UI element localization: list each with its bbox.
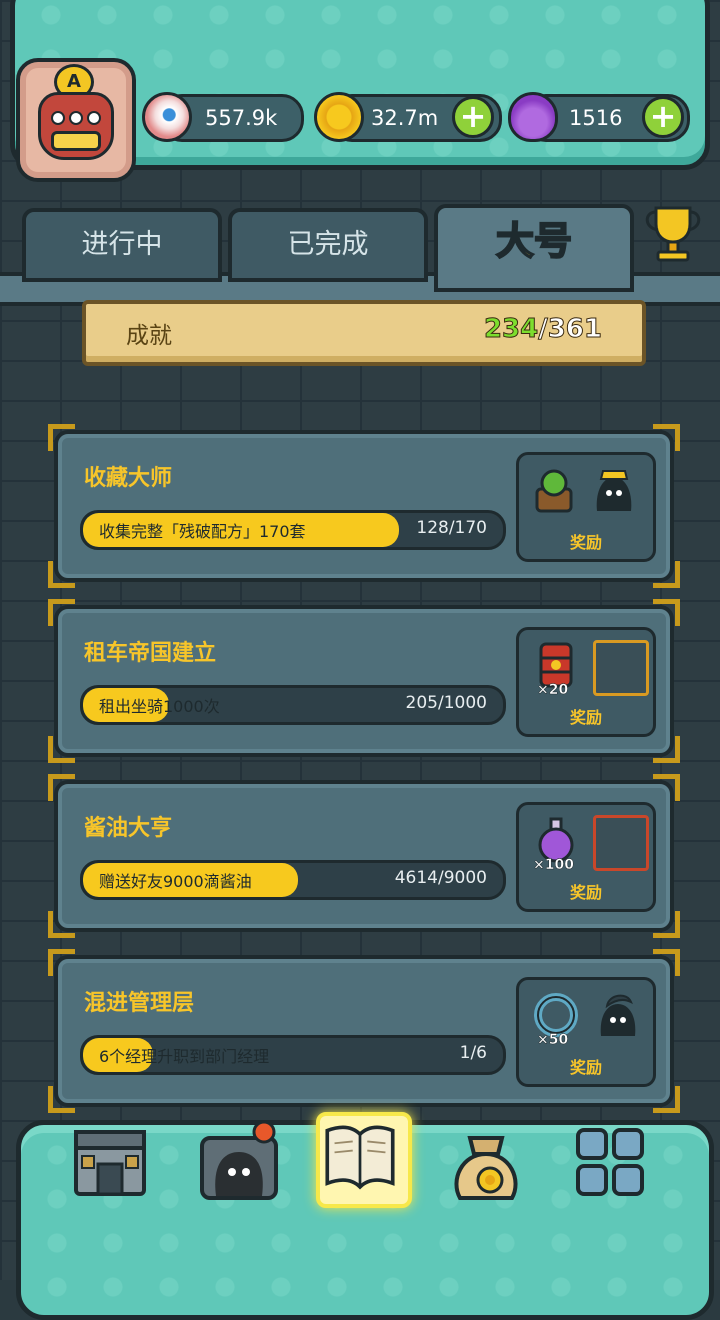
eye-dot	[87, 111, 101, 125]
add-coins-button[interactable]: +	[452, 96, 494, 138]
reward-label: 奖励	[569, 533, 602, 552]
reward-quantity: ×20	[537, 682, 569, 699]
achievement-card: 酱油大亨 赠送好友9000滴酱油 4614/9000 ×100 奖励	[48, 774, 680, 938]
achievement-title: 租车帝国建立	[84, 641, 217, 666]
achievement-book-button[interactable]	[316, 1112, 412, 1208]
achievement-title: 酱油大亨	[84, 816, 173, 841]
tab-big-account[interactable]: 大号	[434, 204, 634, 292]
achievement-summary-bar: 成就 234/361	[82, 300, 646, 366]
reward-box[interactable]: ×50 奖励	[516, 977, 656, 1087]
progress-count: 4614/9000	[394, 868, 487, 888]
summary-total: /361	[538, 314, 603, 345]
vegetable-basket-icon	[535, 469, 573, 513]
progress-description: 收集完整「残破配方」170套	[99, 522, 306, 541]
shop-icon[interactable]	[70, 1122, 150, 1202]
achievement-title: 混进管理层	[84, 991, 195, 1016]
player-avatar[interactable]: A	[16, 58, 136, 182]
potions-count: 1516	[569, 106, 623, 130]
summary-label: 成就	[126, 323, 172, 349]
achievement-card: 租车帝国建立 租出坐骑1000次 205/1000 ×20 奖励	[48, 599, 680, 763]
reward-box[interactable]: ×20 奖励	[516, 627, 656, 737]
coin-icon	[314, 92, 364, 142]
reward-quantity: ×100	[533, 857, 574, 874]
mouth	[51, 131, 101, 151]
eyes-count: 557.9k	[205, 106, 278, 130]
tab-label: 进行中	[81, 229, 163, 260]
summary-count: 234/361	[483, 314, 603, 345]
empty-reward-slot	[593, 640, 649, 696]
progress-bar: 收集完整「残破配方」170套 128/170	[80, 510, 506, 550]
progress-bar: 赠送好友9000滴酱油 4614/9000	[80, 860, 506, 900]
eye-dot	[69, 111, 83, 125]
eye-dot	[51, 111, 65, 125]
progress-description: 租出坐骑1000次	[99, 697, 220, 716]
add-potions-button[interactable]: +	[642, 96, 684, 138]
reward-quantity: ×50	[537, 1032, 569, 1049]
summary-completed: 234	[483, 314, 539, 345]
tab-in-progress[interactable]: 进行中	[22, 208, 222, 282]
achievement-book-icon	[325, 1125, 395, 1190]
reward-box[interactable]: ×100 奖励	[516, 802, 656, 912]
progress-count: 1/6	[459, 1043, 487, 1063]
grid-menu-icon[interactable]	[574, 1126, 646, 1198]
trophy-icon[interactable]	[638, 198, 708, 268]
tab-completed[interactable]: 已完成	[228, 208, 428, 282]
achievement-card: 收藏大师 收集完整「残破配方」170套 128/170 奖励	[48, 424, 680, 588]
reward-label: 奖励	[569, 883, 602, 902]
achievement-title: 收藏大师	[84, 466, 173, 491]
tab-label: 大号	[495, 218, 573, 264]
reward-box[interactable]: 奖励	[516, 452, 656, 562]
coins-count: 32.7m	[371, 106, 439, 130]
tab-label: 已完成	[287, 229, 369, 260]
progress-description: 赠送好友9000滴酱油	[99, 872, 252, 891]
progress-bar: 6个经理升职到部门经理 1/6	[80, 1035, 506, 1075]
achievement-card: 混进管理层 6个经理升职到部门经理 1/6 ×50 奖励	[48, 949, 680, 1113]
progress-count: 205/1000	[405, 693, 487, 713]
progress-description: 6个经理升职到部门经理	[99, 1047, 270, 1066]
monster-icon[interactable]	[196, 1118, 282, 1204]
coin-bag-icon[interactable]	[446, 1124, 526, 1204]
pompadour-creature-icon	[600, 994, 636, 1036]
eyeball-icon	[142, 92, 192, 142]
monster-face-icon	[38, 92, 114, 160]
black-blob-creature-icon	[596, 470, 632, 511]
progress-count: 128/170	[416, 518, 487, 538]
empty-reward-slot	[593, 815, 649, 871]
progress-bar: 租出坐骑1000次 205/1000	[80, 685, 506, 725]
reward-label: 奖励	[569, 1058, 602, 1077]
reward-label: 奖励	[569, 708, 602, 727]
potion-icon	[508, 92, 558, 142]
